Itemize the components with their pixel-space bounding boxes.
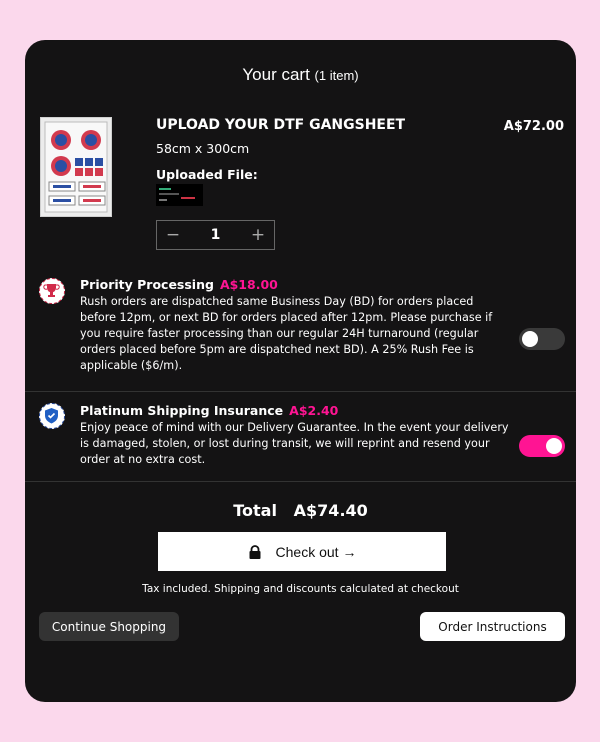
shipping-insurance-price: A$2.40 [289,403,339,418]
quantity-stepper: − 1 + [156,220,275,250]
toggle-knob [522,331,538,347]
cart-drawer: Your cart (1 item) UPLOAD YOUR DTF GANGS… [25,40,576,702]
cart-title: Your cart (1 item) [25,65,576,85]
lock-icon [248,544,262,559]
quantity-value[interactable]: 1 [211,227,221,243]
cart-title-text: Your cart [242,65,310,84]
shipping-insurance-description: Enjoy peace of mind with our Delivery Gu… [80,421,509,466]
order-instructions-button[interactable]: Order Instructions [420,612,565,641]
cart-total: Total A$74.40 [25,501,576,520]
priority-processing-toggle[interactable] [519,328,565,350]
divider [25,391,576,392]
priority-processing-description: Rush orders are dispatched same Business… [80,295,493,372]
uploaded-file-label: Uploaded File: [156,167,258,182]
product-size: 58cm x 300cm [156,141,250,156]
quantity-decrease-button[interactable]: − [157,225,189,245]
toggle-knob [546,438,562,454]
divider [25,481,576,482]
total-label: Total [233,501,277,520]
checkout-button[interactable]: Check out → [158,532,446,571]
product-price: A$72.00 [503,119,564,134]
cart-item-count: (1 item) [314,68,359,83]
total-value: A$74.40 [293,501,368,520]
checkout-label: Check out → [275,543,357,560]
priority-processing-title: Priority Processing A$18.00 [80,277,278,292]
shield-check-icon [39,403,65,429]
shipping-insurance-toggle[interactable] [519,435,565,457]
tax-note: Tax included. Shipping and discounts cal… [142,583,459,595]
priority-processing-label: Priority Processing [80,277,214,292]
shipping-insurance-label: Platinum Shipping Insurance [80,403,284,418]
priority-processing-price: A$18.00 [219,277,278,292]
product-name[interactable]: UPLOAD YOUR DTF GANGSHEET [156,117,405,133]
uploaded-file-preview[interactable] [156,184,203,206]
product-thumbnail[interactable] [40,117,112,217]
quantity-increase-button[interactable]: + [242,225,274,245]
trophy-icon [39,278,65,304]
shipping-insurance-title: Platinum Shipping Insurance A$2.40 [80,403,338,418]
continue-shopping-button[interactable]: Continue Shopping [39,612,179,641]
